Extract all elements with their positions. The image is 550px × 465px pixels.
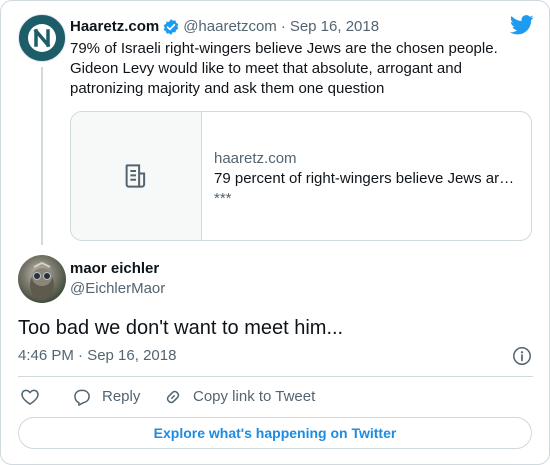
- parent-author-name[interactable]: Haaretz.com: [70, 17, 159, 37]
- user-avatar[interactable]: [18, 255, 66, 303]
- link-icon: [166, 390, 180, 404]
- parent-author-handle[interactable]: @haaretzcom: [183, 17, 277, 37]
- info-icon[interactable]: [512, 346, 532, 366]
- haaretz-avatar[interactable]: [18, 14, 66, 62]
- parent-tweet-text: 79% of Israeli right-wingers believe Jew…: [70, 40, 498, 97]
- explore-twitter-button[interactable]: Explore what's happening on Twitter: [18, 417, 532, 449]
- twitter-bird-icon[interactable]: [509, 15, 534, 35]
- tweet-text: Too bad we don't want to meet him...: [18, 317, 344, 339]
- haaretz-logo-icon: [28, 24, 56, 52]
- copy-link-label: Copy link to Tweet: [193, 388, 316, 405]
- article-icon: [125, 164, 146, 188]
- thread-line: [41, 67, 43, 245]
- copy-link-button[interactable]: Copy link to Tweet: [163, 387, 315, 407]
- tweet-embed-card: Haaretz.com @haaretzcom · Sep 16, 2018 7…: [0, 0, 550, 465]
- author-name[interactable]: maor eichler: [70, 259, 159, 279]
- link-domain: haaretz.com: [214, 150, 297, 167]
- link-thumbnail: [71, 112, 202, 240]
- separator-dot: ·: [280, 18, 286, 35]
- link-title: 79 percent of right-wingers believe Jews…: [214, 170, 519, 187]
- verified-badge-icon: [162, 18, 180, 36]
- parent-tweet-date[interactable]: Sep 16, 2018: [290, 17, 379, 37]
- reply-button[interactable]: Reply: [72, 387, 140, 407]
- author-handle[interactable]: @EichlerMaor: [70, 279, 165, 299]
- parent-tweet-header: Haaretz.com @haaretzcom · Sep 16, 2018: [70, 17, 379, 37]
- heart-icon: [21, 389, 39, 405]
- link-description: ***: [214, 190, 232, 207]
- reply-label: Reply: [102, 388, 141, 405]
- divider: [18, 376, 533, 377]
- link-preview-card[interactable]: haaretz.com 79 percent of right-wingers …: [70, 111, 532, 241]
- tweet-timestamp[interactable]: 4:46 PM · Sep 16, 2018: [18, 346, 176, 366]
- reply-icon: [74, 389, 90, 406]
- like-button[interactable]: [20, 387, 50, 407]
